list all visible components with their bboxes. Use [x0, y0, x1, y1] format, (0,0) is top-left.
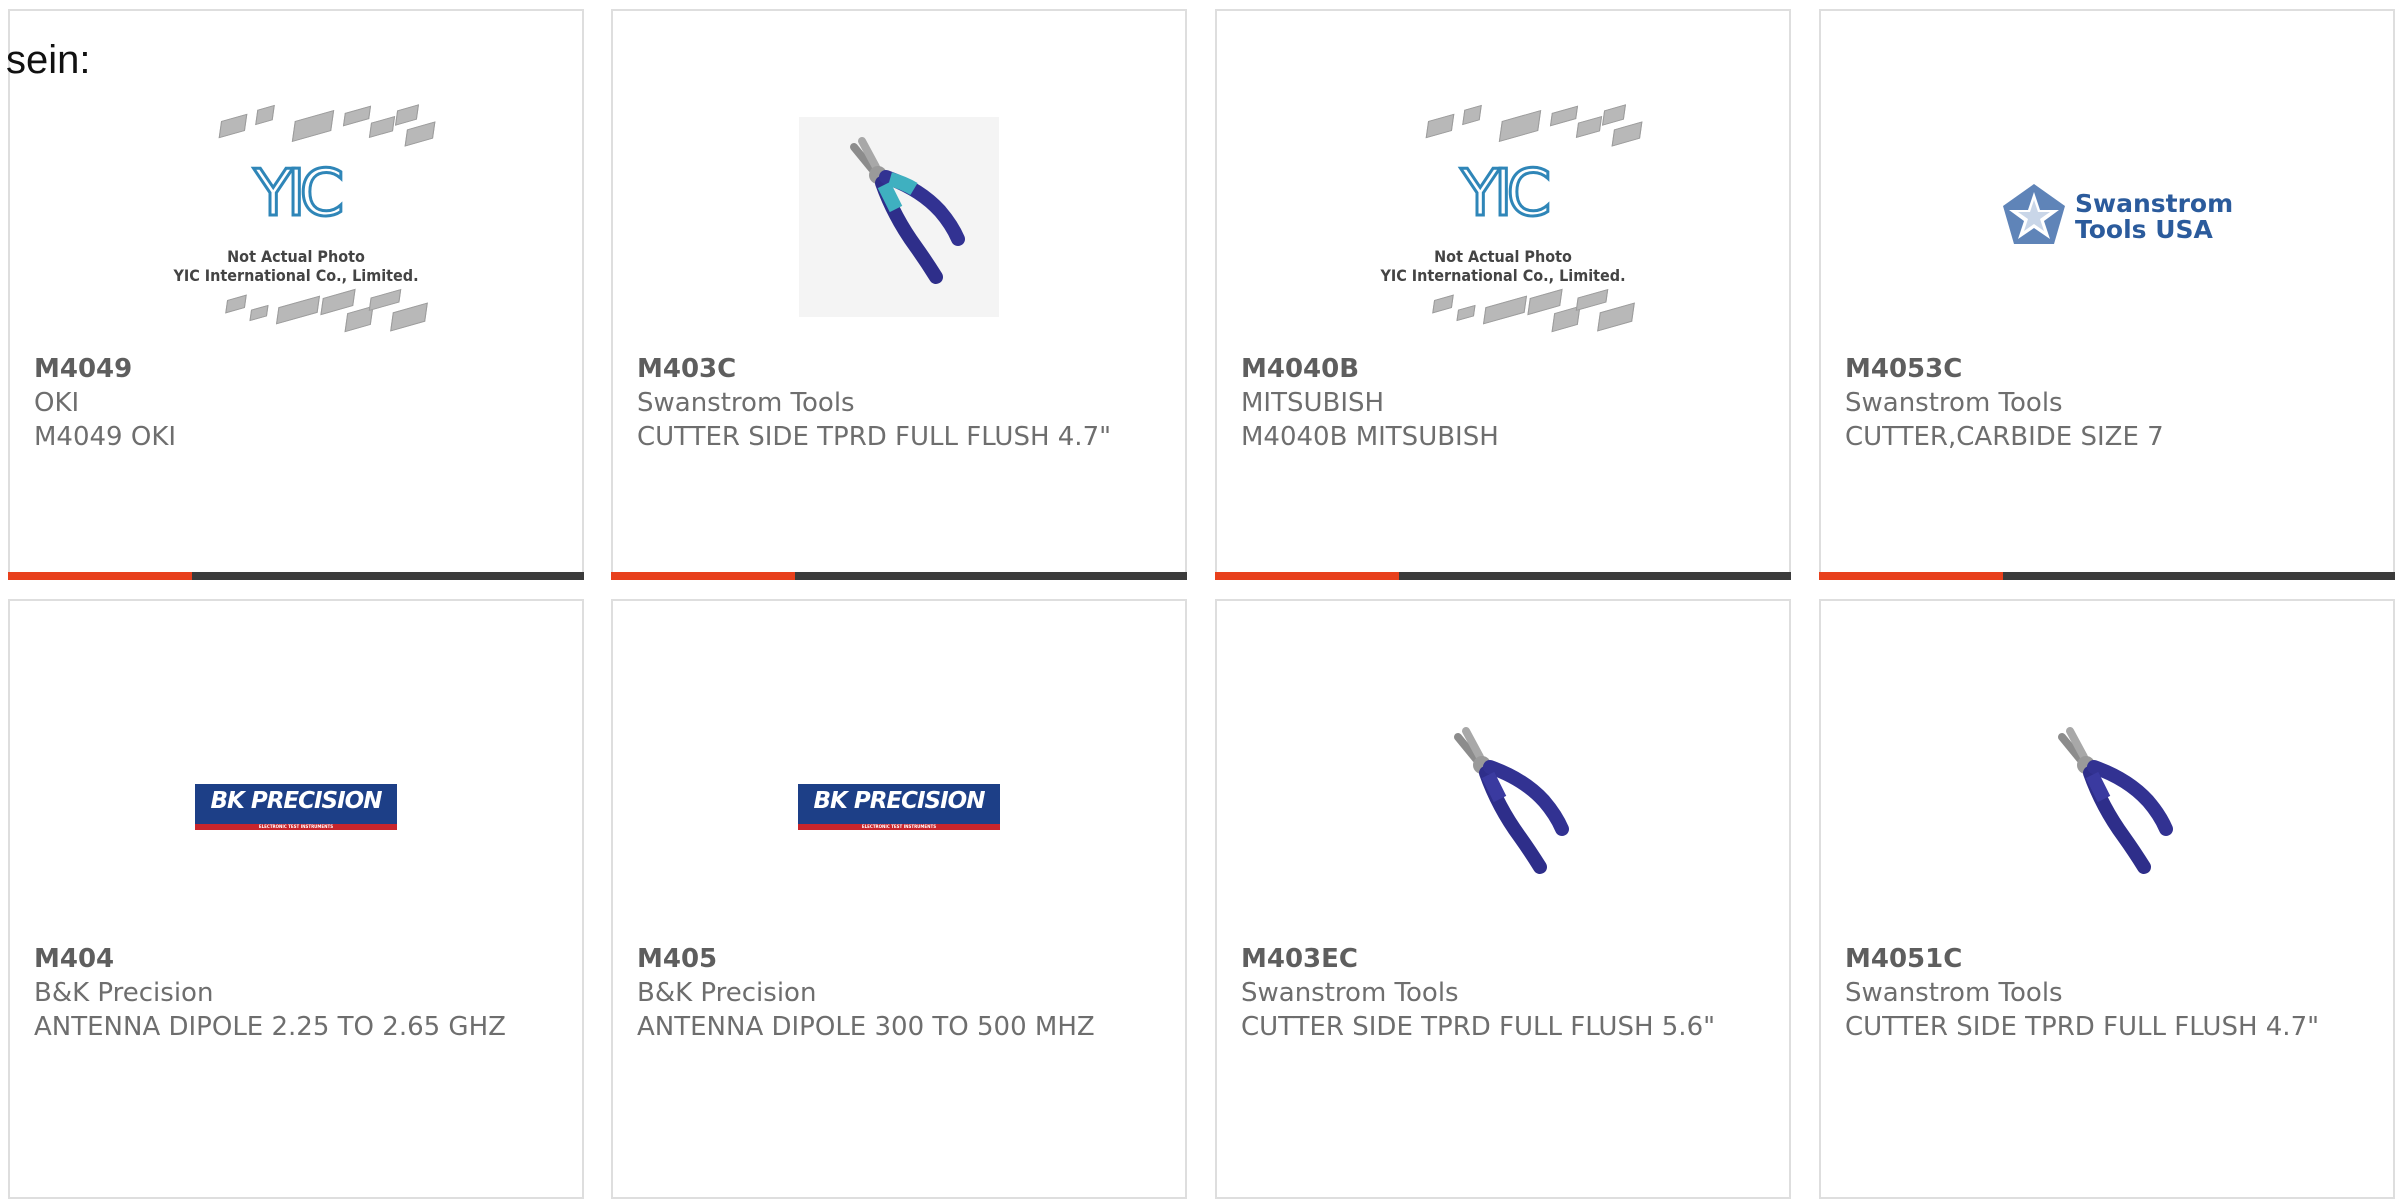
- manufacturer: Swanstrom Tools: [1241, 978, 1459, 1008]
- product-card[interactable]: BK PRECISION ELECTRONIC TEST INSTRUMENTS…: [611, 599, 1187, 1199]
- manufacturer: B&K Precision: [34, 978, 214, 1008]
- manufacturer: Swanstrom Tools: [1845, 978, 2063, 1008]
- part-number[interactable]: M404: [34, 942, 558, 976]
- product-info: M404 B&K Precision ANTENNA DIPOLE 2.25 T…: [34, 942, 558, 1044]
- swanstrom-logo: Swanstrom Tools USA: [1999, 182, 2234, 252]
- manufacturer: B&K Precision: [637, 978, 817, 1008]
- part-number[interactable]: M4051C: [1845, 942, 2369, 976]
- pliers-image: [799, 117, 999, 317]
- bk-precision-logo: BK PRECISION ELECTRONIC TEST INSTRUMENTS: [195, 784, 397, 830]
- bk-logo-subtext: ELECTRONIC TEST INSTRUMENTS: [861, 824, 937, 829]
- product-card[interactable]: BK PRECISION ELECTRONIC TEST INSTRUMENTS…: [8, 599, 584, 1199]
- prefix-text: sein:: [6, 38, 91, 82]
- bk-logo-text: BK PRECISION: [210, 788, 382, 814]
- manufacturer: Swanstrom Tools: [1845, 388, 2063, 418]
- product-image[interactable]: YIC Not Actual Photo YIC International C…: [10, 81, 582, 353]
- product-image[interactable]: BK PRECISION ELECTRONIC TEST INSTRUMENTS: [613, 671, 1185, 943]
- description: CUTTER SIDE TPRD FULL FLUSH 4.7": [1845, 1012, 2320, 1042]
- bk-precision-logo: BK PRECISION ELECTRONIC TEST INSTRUMENTS: [798, 784, 1000, 830]
- yic-placeholder-image: YIC Not Actual Photo YIC International C…: [1368, 97, 1643, 337]
- bk-logo-subtext: ELECTRONIC TEST INSTRUMENTS: [258, 824, 334, 829]
- description: M4049 OKI: [34, 422, 177, 452]
- product-card[interactable]: Swanstrom Tools USA M4053C Swanstrom Too…: [1819, 9, 2395, 580]
- card-accent-bar: [1215, 572, 1791, 580]
- product-card[interactable]: M4051C Swanstrom Tools CUTTER SIDE TPRD …: [1819, 599, 2395, 1199]
- product-card[interactable]: M403EC Swanstrom Tools CUTTER SIDE TPRD …: [1215, 599, 1791, 1199]
- yic-placeholder-image: YIC Not Actual Photo YIC International C…: [161, 97, 436, 337]
- description: ANTENNA DIPOLE 2.25 TO 2.65 GHZ: [34, 1012, 506, 1042]
- product-image[interactable]: YIC Not Actual Photo YIC International C…: [1217, 81, 1789, 353]
- product-info: M403C Swanstrom Tools CUTTER SIDE TPRD F…: [637, 352, 1161, 454]
- product-info: M405 B&K Precision ANTENNA DIPOLE 300 TO…: [637, 942, 1161, 1044]
- manufacturer: MITSUBISH: [1241, 388, 1385, 418]
- product-image[interactable]: [1217, 671, 1789, 943]
- card-accent-bar: [611, 572, 1187, 580]
- product-info: M4053C Swanstrom Tools CUTTER,CARBIDE SI…: [1845, 352, 2369, 454]
- product-image[interactable]: BK PRECISION ELECTRONIC TEST INSTRUMENTS: [10, 671, 582, 943]
- description: M4040B MITSUBISH: [1241, 422, 1499, 452]
- pliers-image: [1403, 707, 1603, 907]
- manufacturer: OKI: [34, 388, 80, 418]
- part-number[interactable]: M405: [637, 942, 1161, 976]
- part-number[interactable]: M403EC: [1241, 942, 1765, 976]
- product-image[interactable]: [613, 81, 1185, 353]
- image-caption: Not Actual Photo YIC International Co., …: [1380, 247, 1626, 285]
- yic-logo: YIC: [1459, 157, 1553, 231]
- pliers-image: [2007, 707, 2207, 907]
- product-info: M4051C Swanstrom Tools CUTTER SIDE TPRD …: [1845, 942, 2369, 1044]
- product-card[interactable]: M403C Swanstrom Tools CUTTER SIDE TPRD F…: [611, 9, 1187, 580]
- yic-logo: YIC: [252, 157, 346, 231]
- image-caption: Not Actual Photo YIC International Co., …: [173, 247, 419, 285]
- product-info: M403EC Swanstrom Tools CUTTER SIDE TPRD …: [1241, 942, 1765, 1044]
- card-accent-bar: [8, 572, 584, 580]
- description: CUTTER SIDE TPRD FULL FLUSH 5.6": [1241, 1012, 1716, 1042]
- star-icon: [2003, 184, 2065, 244]
- product-card[interactable]: YIC Not Actual Photo YIC International C…: [1215, 9, 1791, 580]
- part-number[interactable]: M4049: [34, 352, 558, 386]
- part-number[interactable]: M4053C: [1845, 352, 2369, 386]
- card-accent-bar: [1819, 572, 2395, 580]
- product-info: M4040B MITSUBISH M4040B MITSUBISH: [1241, 352, 1765, 454]
- part-number[interactable]: M4040B: [1241, 352, 1765, 386]
- part-number[interactable]: M403C: [637, 352, 1161, 386]
- description: ANTENNA DIPOLE 300 TO 500 MHZ: [637, 1012, 1095, 1042]
- description: CUTTER SIDE TPRD FULL FLUSH 4.7": [637, 422, 1112, 452]
- swanstrom-logo-text: Swanstrom Tools USA: [2075, 189, 2234, 244]
- product-image[interactable]: Swanstrom Tools USA: [1821, 81, 2393, 353]
- product-info: M4049 OKI M4049 OKI: [34, 352, 558, 454]
- manufacturer: Swanstrom Tools: [637, 388, 855, 418]
- bk-logo-text: BK PRECISION: [813, 788, 985, 814]
- product-card[interactable]: YIC Not Actual Photo YIC International C…: [8, 9, 584, 580]
- product-image[interactable]: [1821, 671, 2393, 943]
- description: CUTTER,CARBIDE SIZE 7: [1845, 422, 2164, 452]
